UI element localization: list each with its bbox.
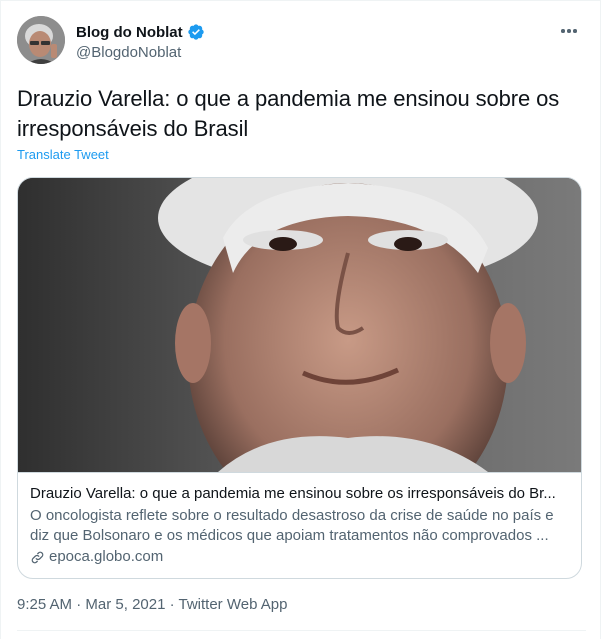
tweet: Blog do Noblat @BlogdoNoblat Drauzio Var… xyxy=(0,0,601,639)
author-name[interactable]: Blog do Noblat xyxy=(76,24,183,41)
author-handle[interactable]: @BlogdoNoblat xyxy=(76,44,205,61)
link-card[interactable]: Drauzio Varella: o que a pandemia me ens… xyxy=(17,177,582,579)
top-divider xyxy=(1,0,601,1)
card-title: Drauzio Varella: o que a pandemia me ens… xyxy=(30,485,556,502)
meta-separator: · xyxy=(165,596,179,613)
author-info[interactable]: Blog do Noblat @BlogdoNoblat xyxy=(76,22,205,61)
tweet-text: Drauzio Varella: o que a pandemia me ens… xyxy=(17,86,560,141)
avatar-image xyxy=(17,16,65,64)
card-domain: epoca.globo.com xyxy=(49,548,164,565)
tweet-meta: 9:25 AM · Mar 5, 2021 · Twitter Web App xyxy=(17,596,287,613)
more-icon[interactable] xyxy=(558,20,580,42)
card-description: O oncologista reflete sobre o resultado … xyxy=(30,507,554,544)
portrait-image xyxy=(18,178,581,472)
translate-tweet-link[interactable]: Translate Tweet xyxy=(17,147,109,162)
tweet-time[interactable]: 9:25 AM xyxy=(17,596,72,613)
tweet-date[interactable]: Mar 5, 2021 xyxy=(85,596,165,613)
avatar[interactable] xyxy=(17,16,65,64)
card-body[interactable]: Drauzio Varella: o que a pandemia me ens… xyxy=(18,472,581,578)
author-name-row: Blog do Noblat xyxy=(76,22,205,42)
verified-badge-icon xyxy=(187,23,205,41)
meta-separator: · xyxy=(72,596,86,613)
link-icon xyxy=(30,550,45,565)
card-domain-row: epoca.globo.com xyxy=(30,547,569,567)
tweet-source[interactable]: Twitter Web App xyxy=(179,596,288,613)
card-image[interactable] xyxy=(18,178,581,472)
bottom-divider xyxy=(17,630,586,631)
